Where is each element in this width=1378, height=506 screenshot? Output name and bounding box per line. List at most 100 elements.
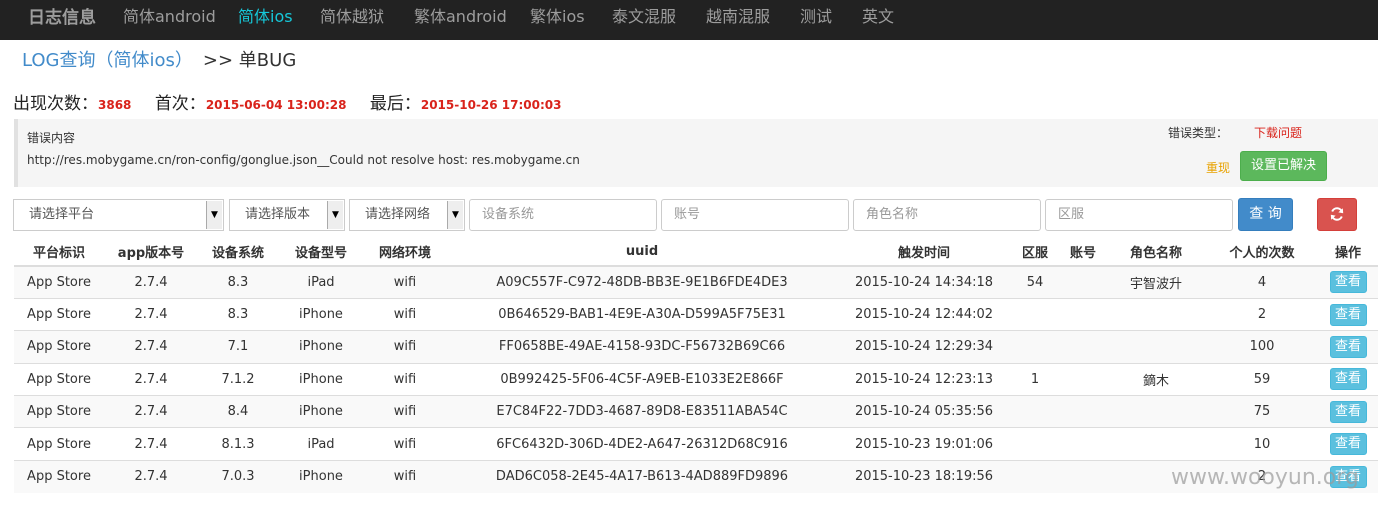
nav-link-traditional-ios[interactable]: 繁体ios (530, 3, 585, 27)
nav-link-test[interactable]: 测试 (800, 3, 832, 27)
role-name-cell (1106, 395, 1206, 428)
last-time-value: 2015-10-26 17:00:03 (420, 98, 562, 112)
view-button[interactable]: 查看 (1329, 335, 1367, 358)
app-version-cell: 2.7.4 (104, 362, 198, 396)
zone-cell: 54 (1010, 265, 1060, 299)
role-name-cell (1106, 427, 1206, 461)
trigger-time-cell: 2015-10-23 18:19:56 (838, 459, 1010, 493)
chevron-down-icon: ▼ (447, 201, 463, 229)
col-personal-count[interactable]: 个人的次数 (1206, 237, 1318, 267)
nav-link-english[interactable]: 英文 (862, 3, 894, 27)
account-cell (1060, 362, 1106, 396)
col-network[interactable]: 网络环境 (364, 237, 446, 267)
uuid-cell: 0B992425-5F06-4C5F-A9EB-E1033E2E866F (446, 362, 838, 396)
breadcrumb-current: >> 单BUG (202, 50, 297, 71)
nav-link-traditional-android[interactable]: 繁体android (414, 3, 507, 27)
trigger-time-cell: 2015-10-24 12:29:34 (838, 330, 1010, 364)
app-version-cell: 2.7.4 (104, 297, 198, 331)
trigger-time-cell: 2015-10-24 12:23:13 (838, 362, 1010, 396)
version-select-value: 请选择版本 (245, 207, 311, 222)
view-button[interactable]: 查看 (1329, 433, 1367, 456)
device-model-cell: iPhone (278, 330, 364, 364)
view-button[interactable]: 查看 (1329, 271, 1367, 294)
breadcrumb-log-query-link[interactable]: LOG查询（简体ios） (22, 50, 193, 71)
occurrence-stats: 出现次数：3868 首次：2015-06-04 13:00:28 最后：2015… (13, 89, 580, 114)
app-version-cell: 2.7.4 (104, 265, 198, 299)
device-os-cell: 8.3 (198, 297, 278, 331)
col-app-version[interactable]: app版本号 (104, 237, 198, 267)
bug-occurrence-table: 平台标识 app版本号 设备系统 设备型号 网络环境 uuid 触发时间 区服 … (14, 237, 1378, 493)
role-name-cell (1106, 330, 1206, 364)
zone-cell (1010, 459, 1060, 493)
table-header-row: 平台标识 app版本号 设备系统 设备型号 网络环境 uuid 触发时间 区服 … (14, 237, 1378, 267)
nav-link-simplified-android[interactable]: 简体android (123, 3, 216, 27)
trigger-time-cell: 2015-10-24 14:34:18 (838, 265, 1010, 299)
platform-cell: App Store (14, 395, 104, 428)
col-account[interactable]: 账号 (1060, 237, 1106, 267)
view-button[interactable]: 查看 (1329, 303, 1367, 326)
role-name-cell: 鏑木 (1106, 362, 1206, 396)
nav-link-vietnam-mixed[interactable]: 越南混服 (706, 3, 770, 27)
platform-select[interactable]: 请选择平台 ▼ (13, 199, 224, 231)
error-type-value: 下载问题 (1254, 126, 1303, 140)
network-cell: wifi (364, 330, 446, 364)
col-device-model[interactable]: 设备型号 (278, 237, 364, 267)
first-time-value: 2015-06-04 13:00:28 (205, 98, 347, 112)
network-cell: wifi (364, 427, 446, 461)
col-uuid[interactable]: uuid (446, 237, 838, 267)
role-name-input[interactable]: 角色名称 (853, 199, 1041, 231)
uuid-cell: 6FC6432D-306D-4DE2-A647-26312D68C916 (446, 427, 838, 461)
platform-cell: App Store (14, 362, 104, 396)
network-select-value: 请选择网络 (365, 207, 431, 222)
col-trigger-time[interactable]: 触发时间 (838, 237, 1010, 267)
table-row: App Store 2.7.4 8.4 iPhone wifi E7C84F22-7DD3… (14, 395, 1378, 428)
uuid-cell: A09C557F-C972-48DB-BB3E-9E1B6FDE4DE3 (446, 265, 838, 299)
network-select[interactable]: 请选择网络 ▼ (349, 199, 465, 231)
error-type-label: 错误类型： (1168, 126, 1229, 140)
zone-cell: 1 (1010, 362, 1060, 396)
actions-cell: 查看 (1318, 362, 1378, 396)
query-button[interactable]: 查 询 (1238, 198, 1293, 231)
table-row: App Store 2.7.4 8.3 iPhone wifi 0B646529-BAB1… (14, 297, 1378, 331)
network-cell: wifi (364, 265, 446, 299)
trigger-time-cell: 2015-10-24 12:44:02 (838, 297, 1010, 331)
nav-link-thai-mixed[interactable]: 泰文混服 (612, 3, 676, 27)
network-cell: wifi (364, 459, 446, 493)
brand-title[interactable]: 日志信息 (28, 3, 96, 28)
version-select[interactable]: 请选择版本 ▼ (229, 199, 345, 231)
device-os-input[interactable]: 设备系统 (469, 199, 657, 231)
nav-link-simplified-ios[interactable]: 简体ios (238, 3, 293, 27)
personal-count-cell: 59 (1206, 362, 1318, 396)
zone-input[interactable]: 区服 (1045, 199, 1233, 231)
account-input[interactable]: 账号 (661, 199, 849, 231)
role-name-cell (1106, 297, 1206, 331)
device-os-cell: 7.1.2 (198, 362, 278, 396)
view-button[interactable]: 查看 (1329, 368, 1367, 391)
col-zone[interactable]: 区服 (1010, 237, 1060, 267)
col-device-os[interactable]: 设备系统 (198, 237, 278, 267)
platform-cell: App Store (14, 427, 104, 461)
device-os-cell: 8.4 (198, 395, 278, 428)
reproduce-link[interactable]: 重现 (1206, 159, 1230, 176)
watermark-text: www.wooyun.org (1171, 465, 1359, 490)
device-model-cell: iPhone (278, 459, 364, 493)
uuid-cell: DAD6C058-2E45-4A17-B613-4AD889FD9896 (446, 459, 838, 493)
view-button[interactable]: 查看 (1329, 400, 1367, 423)
refresh-button[interactable] (1317, 198, 1357, 231)
actions-cell: 查看 (1318, 427, 1378, 461)
actions-cell: 查看 (1318, 265, 1378, 299)
trigger-time-cell: 2015-10-23 19:01:06 (838, 427, 1010, 461)
nav-link-simplified-jailbreak[interactable]: 简体越狱 (320, 3, 384, 27)
uuid-cell: E7C84F22-7DD3-4687-89D8-E83511ABA54C (446, 395, 838, 428)
col-role-name[interactable]: 角色名称 (1106, 237, 1206, 267)
breadcrumb: LOG查询（简体ios） >> 单BUG (22, 46, 296, 72)
account-cell (1060, 427, 1106, 461)
top-navbar: 日志信息 简体android 简体ios 简体越狱 繁体android 繁体io… (0, 0, 1378, 40)
col-platform[interactable]: 平台标识 (14, 237, 104, 267)
table-row: App Store 2.7.4 8.3 iPad wifi A09C557F-C972-4… (14, 265, 1378, 299)
account-cell (1060, 297, 1106, 331)
network-cell: wifi (364, 395, 446, 428)
mark-resolved-button[interactable]: 设置已解决 (1240, 151, 1327, 181)
platform-cell: App Store (14, 459, 104, 493)
device-os-cell: 7.1 (198, 330, 278, 364)
